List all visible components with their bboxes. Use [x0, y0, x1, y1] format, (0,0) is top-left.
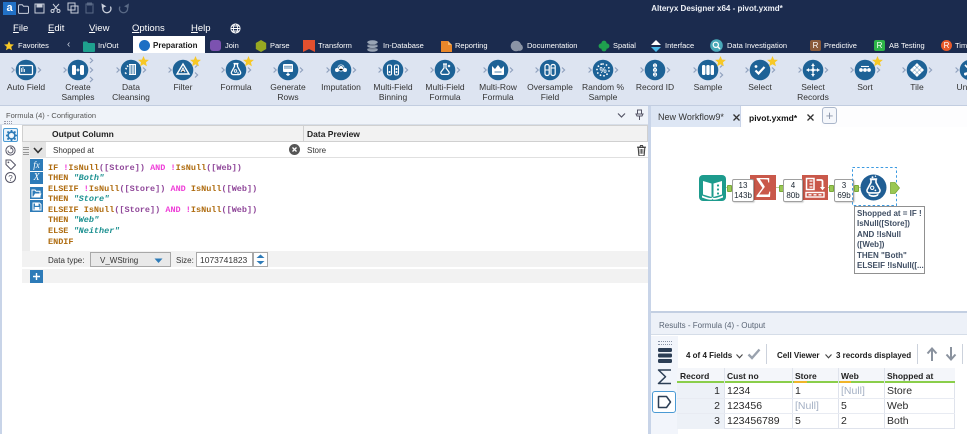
- svg-text:%: %: [599, 66, 606, 75]
- svg-text:Σ: Σ: [755, 175, 771, 200]
